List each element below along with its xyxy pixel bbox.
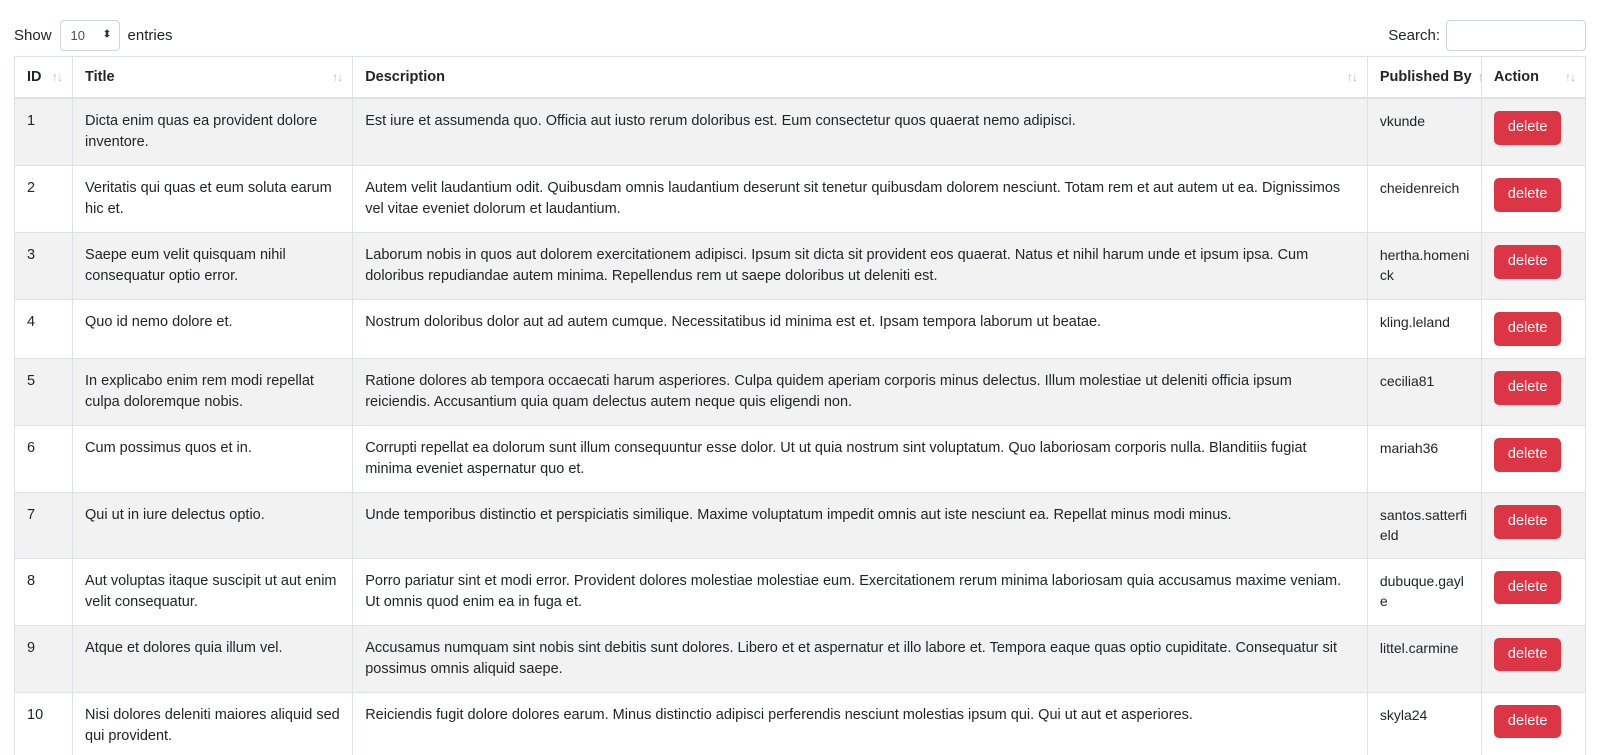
sort-icon: ↑↓: [52, 70, 63, 84]
cell-published-by: hertha.homenick: [1366, 232, 1482, 301]
cell-description: Nostrum doloribus dolor aut ad autem cum…: [352, 299, 1368, 359]
column-label-published-by: Published By: [1379, 69, 1472, 85]
cell-title: Qui ut in iure delectus optio.: [72, 491, 354, 559]
cell-id: 9: [13, 624, 74, 693]
search-input[interactable]: [1446, 19, 1586, 51]
delete-button[interactable]: delete: [1493, 637, 1562, 672]
cell-id: 5: [13, 357, 74, 426]
delete-button[interactable]: delete: [1493, 437, 1562, 472]
table-controls: Show 102550100 ⬍ entries Search:: [14, 0, 1586, 56]
table-row: 10 Nisi dolores deleniti maiores aliquid …: [13, 691, 1587, 755]
length-control: Show 102550100 ⬍ entries: [14, 19, 173, 51]
cell-id: 4: [13, 299, 74, 359]
cell-action: delete: [1480, 424, 1587, 493]
cell-description: Reiciendis fugit dolore dolores earum. M…: [352, 691, 1368, 755]
cell-description: Est iure et assumenda quo. Officia aut i…: [352, 97, 1368, 167]
cell-published-by: cecilia81: [1366, 357, 1482, 426]
cell-action: delete: [1480, 491, 1587, 559]
column-header-published-by[interactable]: Published By ↑↓: [1366, 56, 1489, 99]
cell-title: Veritatis qui quas et eum soluta earum h…: [72, 165, 354, 234]
cell-description: Corrupti repellat ea dolorum sunt illum …: [352, 424, 1368, 493]
column-header-id[interactable]: ID ↑↓: [13, 56, 74, 99]
column-label-description: Description: [365, 69, 445, 85]
cell-id: 8: [13, 557, 74, 626]
table-row: 7 Qui ut in iure delectus optio. Unde temp…: [13, 491, 1587, 559]
cell-published-by: dubuque.gayle: [1366, 557, 1482, 626]
delete-button[interactable]: delete: [1493, 704, 1562, 739]
cell-published-by: littel.carmine: [1366, 624, 1482, 693]
cell-description: Laborum nobis in quos aut dolorem exerci…: [352, 232, 1368, 301]
cell-published-by: kling.leland: [1366, 299, 1482, 359]
cell-title: Atque et dolores quia illum vel.: [72, 624, 354, 693]
sort-icon: ↑↓: [1346, 70, 1358, 84]
cell-title: Nisi dolores deleniti maiores aliquid se…: [72, 691, 354, 755]
cell-published-by: skyla24: [1366, 691, 1482, 755]
datatable-page: Show 102550100 ⬍ entries Search: ID ↑↓: [0, 0, 1600, 755]
table-row: 9 Atque et dolores quia illum vel. Accusam…: [13, 624, 1587, 693]
cell-action: delete: [1480, 165, 1587, 234]
table-row: 2 Veritatis qui quas et eum soluta earum …: [13, 165, 1587, 234]
cell-action: delete: [1480, 97, 1587, 167]
column-label-action: Action: [1493, 69, 1540, 85]
header-row: ID ↑↓ Title ↑↓ Description ↑↓ Published …: [13, 56, 1587, 99]
cell-action: delete: [1480, 624, 1587, 693]
delete-button[interactable]: delete: [1493, 570, 1562, 605]
cell-published-by: vkunde: [1366, 97, 1482, 167]
cell-description: Ratione dolores ab tempora occaecati har…: [352, 357, 1368, 426]
cell-action: delete: [1480, 232, 1587, 301]
cell-published-by: mariah36: [1366, 424, 1482, 493]
table-row: 4 Quo id nemo dolore et. Nostrum doloribus…: [13, 299, 1587, 359]
cell-description: Accusamus numquam sint nobis sint debiti…: [352, 624, 1368, 693]
cell-action: delete: [1480, 557, 1587, 626]
table-row: 6 Cum possimus quos et in. Corrupti repell…: [13, 424, 1587, 493]
cell-id: 2: [13, 165, 74, 234]
cell-id: 3: [13, 232, 74, 301]
cell-id: 1: [13, 97, 74, 167]
cell-published-by: cheidenreich: [1366, 165, 1482, 234]
table-row: 8 Aut voluptas itaque suscipit ut aut eni…: [13, 557, 1587, 626]
column-header-description[interactable]: Description ↑↓: [352, 56, 1368, 99]
cell-id: 6: [13, 424, 74, 493]
table-row: 3 Saepe eum velit quisquam nihil consequa…: [13, 232, 1587, 301]
cell-description: Porro pariatur sint et modi error. Provi…: [352, 557, 1368, 626]
delete-button[interactable]: delete: [1493, 504, 1562, 539]
cell-action: delete: [1480, 357, 1587, 426]
cell-action: delete: [1480, 299, 1587, 359]
table-body: 1 Dicta enim quas ea provident dolore inv…: [13, 97, 1587, 755]
sort-icon: ↑↓: [332, 70, 343, 84]
delete-button[interactable]: delete: [1493, 111, 1562, 145]
show-label: Show: [14, 26, 52, 44]
table-row: 1 Dicta enim quas ea provident dolore inv…: [13, 97, 1587, 167]
cell-title: In explicabo enim rem modi repellat culp…: [72, 357, 354, 426]
entries-length-select[interactable]: 102550100: [59, 19, 120, 51]
data-table: ID ↑↓ Title ↑↓ Description ↑↓ Published …: [13, 56, 1587, 755]
search-label: Search:: [1388, 26, 1440, 44]
column-label-id: ID: [27, 69, 42, 85]
cell-title: Quo id nemo dolore et.: [72, 299, 354, 359]
cell-id: 10: [13, 691, 74, 755]
cell-description: Autem velit laudantium odit. Quibusdam o…: [352, 165, 1368, 234]
table-row: 5 In explicabo enim rem modi repellat cul…: [13, 357, 1587, 426]
column-header-action[interactable]: Action ↑↓: [1480, 56, 1587, 99]
cell-title: Dicta enim quas ea provident dolore inve…: [72, 97, 354, 167]
column-header-title[interactable]: Title ↑↓: [72, 56, 354, 99]
delete-button[interactable]: delete: [1493, 312, 1562, 346]
delete-button[interactable]: delete: [1493, 178, 1562, 212]
cell-description: Unde temporibus distinctio et perspiciat…: [352, 491, 1368, 559]
cell-action: delete: [1480, 691, 1587, 755]
length-select-shell: 102550100 ⬍: [59, 19, 120, 51]
cell-id: 7: [13, 491, 74, 559]
search-control: Search:: [1388, 19, 1586, 51]
cell-title: Saepe eum velit quisquam nihil consequat…: [72, 232, 354, 301]
sort-icon: ↑↓: [1565, 70, 1576, 84]
table-head: ID ↑↓ Title ↑↓ Description ↑↓ Published …: [13, 56, 1587, 99]
cell-title: Cum possimus quos et in.: [72, 424, 354, 493]
cell-title: Aut voluptas itaque suscipit ut aut enim…: [72, 557, 354, 626]
delete-button[interactable]: delete: [1493, 370, 1562, 405]
cell-published-by: santos.satterfield: [1366, 491, 1482, 559]
delete-button[interactable]: delete: [1493, 245, 1562, 279]
column-label-title: Title: [85, 69, 115, 85]
entries-label: entries: [127, 26, 173, 44]
